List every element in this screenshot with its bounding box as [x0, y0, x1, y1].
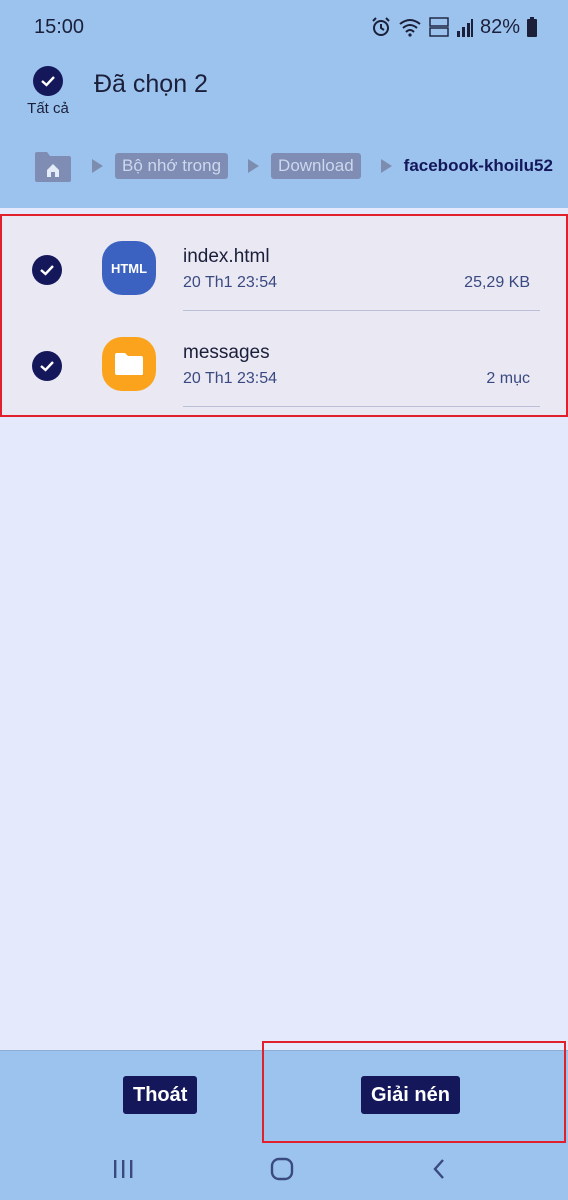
- battery-percentage: 82%: [479, 15, 520, 38]
- file-item-count: 2 mục: [486, 370, 530, 387]
- volte-icon: [429, 17, 449, 37]
- alarm-icon: [372, 17, 390, 36]
- folder-icon: [102, 337, 156, 391]
- signal-icon: [456, 19, 473, 37]
- home-button-icon[interactable]: [270, 1157, 294, 1181]
- select-all-label: Tất cả: [27, 100, 69, 117]
- html-file-icon: HTML: [102, 241, 156, 295]
- file-date: 20 Th1 23:54: [183, 274, 278, 291]
- checkbox-checked-icon[interactable]: [32, 255, 62, 285]
- list-item[interactable]: HTML index.html 20 Th1 23:54 25,29 KB: [0, 215, 568, 311]
- html-file-icon-text: HTML: [110, 260, 148, 276]
- check-icon: [33, 66, 63, 96]
- row-divider: [183, 406, 540, 407]
- selection-count-title: Đã chọn 2: [94, 70, 208, 98]
- battery-icon: [527, 17, 537, 37]
- breadcrumb-item-download[interactable]: Download: [271, 153, 361, 179]
- breadcrumb-arrow-icon: [92, 159, 103, 173]
- checkbox-checked-icon[interactable]: [32, 351, 62, 381]
- file-name: messages: [183, 342, 270, 363]
- file-list: HTML index.html 20 Th1 23:54 25,29 KB me…: [0, 215, 568, 415]
- bottom-action-bar: Thoát Giải nén: [0, 1050, 568, 1200]
- wifi-icon: [399, 19, 421, 37]
- file-name: index.html: [183, 246, 270, 267]
- list-item[interactable]: messages 20 Th1 23:54 2 mục: [0, 311, 568, 407]
- status-icons: 82%: [370, 14, 538, 40]
- back-icon[interactable]: [430, 1157, 448, 1181]
- exit-button[interactable]: Thoát: [123, 1076, 198, 1114]
- recent-apps-icon[interactable]: [112, 1157, 134, 1181]
- breadcrumb-item-internal-storage[interactable]: Bộ nhớ trong: [115, 153, 229, 179]
- breadcrumb-current-folder: facebook-khoilu52: [403, 156, 553, 175]
- select-all-toggle[interactable]: Tất cả: [22, 66, 74, 117]
- breadcrumb: Bộ nhớ trong Download facebook-khoilu52: [34, 148, 568, 184]
- status-time: 15:00: [34, 16, 85, 38]
- breadcrumb-arrow-icon: [380, 159, 392, 173]
- extract-button[interactable]: Giải nén: [361, 1076, 460, 1114]
- home-icon[interactable]: [34, 150, 72, 182]
- system-navigation-bar: [0, 1151, 568, 1191]
- breadcrumb-arrow-icon: [248, 159, 260, 173]
- status-bar: 15:00 82%: [0, 0, 568, 56]
- file-date: 20 Th1 23:54: [183, 370, 278, 387]
- app-header: 15:00 82% Tất cả Đã chọn 2 Bộ nhớ trong …: [0, 0, 568, 208]
- file-size: 25,29 KB: [464, 274, 530, 291]
